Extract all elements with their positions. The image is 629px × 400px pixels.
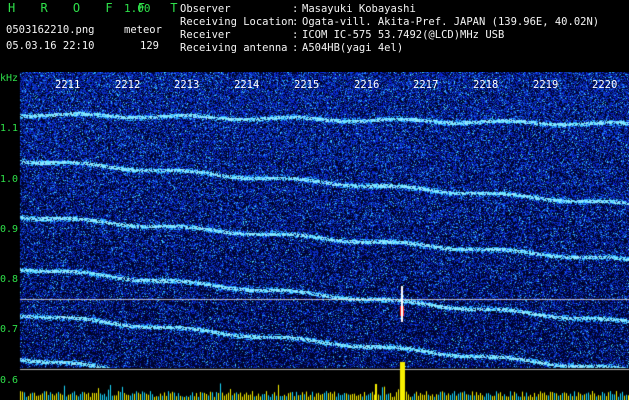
app-name: H R O F F T [8, 1, 187, 15]
location-label: Receiving Location [180, 16, 294, 28]
time-tick-2218: 2218 [473, 79, 499, 91]
antenna-value: A504HB(yagi 4el) [302, 42, 404, 54]
receiver-value: ICOM IC-575 53.7492(@LCD)MHz USB [302, 29, 505, 41]
file-name: 0503162210.png [6, 24, 95, 36]
meteor-count: 129 [140, 40, 159, 52]
file-datetime: 05.03.16 22:10 [6, 40, 95, 52]
time-tick-2215: 2215 [294, 79, 320, 91]
y-tick-0-8: 0.8 [0, 274, 19, 285]
receiver-colon: : [292, 29, 299, 41]
time-tick-2211: 2211 [55, 79, 81, 91]
y-tick-0-9: 0.9 [0, 224, 19, 235]
app-version: 1.00 [124, 2, 151, 15]
y-tick-0-6: 0.6 [0, 375, 19, 386]
antenna-colon: : [292, 42, 299, 54]
spectrogram-canvas [0, 72, 629, 400]
y-tick-0-7: 0.7 [0, 324, 19, 335]
y-tick-1-1: 1.1 [0, 123, 19, 134]
observer-colon: : [292, 3, 299, 15]
time-tick-2212: 2212 [115, 79, 141, 91]
time-tick-2216: 2216 [354, 79, 380, 91]
time-tick-2217: 2217 [413, 79, 439, 91]
observer-label: Observer [180, 3, 231, 15]
location-colon: : [292, 16, 299, 28]
time-tick-2220: 2220 [592, 79, 618, 91]
antenna-label: Receiving antenna [180, 42, 288, 54]
y-axis-unit: kHz [0, 73, 19, 84]
meteor-label: meteor [124, 24, 162, 36]
observer-value: Masayuki Kobayashi [302, 3, 416, 15]
time-tick-2219: 2219 [533, 79, 559, 91]
time-tick-2214: 2214 [234, 79, 260, 91]
receiver-label: Receiver [180, 29, 231, 41]
time-tick-2213: 2213 [174, 79, 200, 91]
hroft-window: H R O F F T 1.00 0503162210.png 05.03.16… [0, 0, 629, 400]
y-tick-1-0: 1.0 [0, 174, 19, 185]
location-value: Ogata-vill. Akita-Pref. JAPAN (139.96E, … [302, 16, 600, 28]
